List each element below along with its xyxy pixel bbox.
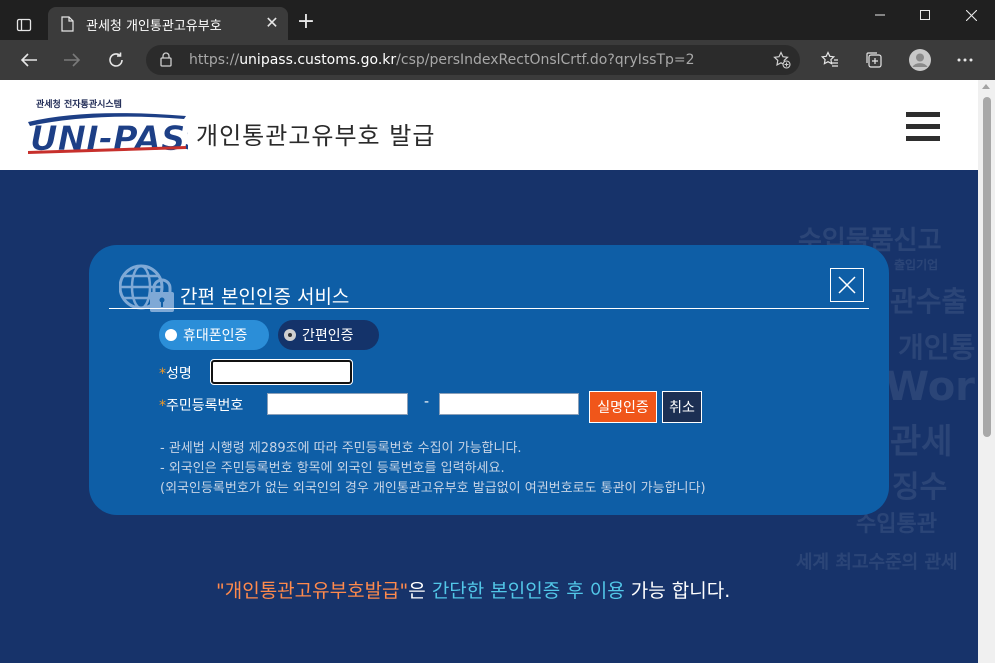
rrn-first-field[interactable] bbox=[267, 393, 408, 415]
name-field[interactable] bbox=[210, 359, 353, 385]
scrollbar-thumb[interactable] bbox=[983, 97, 991, 437]
radio-simple-label: 간편인증 bbox=[302, 328, 354, 344]
window-close-icon[interactable] bbox=[948, 0, 994, 30]
page-favicon-icon bbox=[60, 16, 74, 36]
forward-arrow-icon[interactable] bbox=[58, 46, 86, 74]
globe-lock-icon bbox=[118, 263, 181, 313]
radio-phone-label: 휴대폰인증 bbox=[183, 328, 248, 344]
rrn-dash: - bbox=[424, 394, 430, 410]
browser-titlebar: 관세청 개인통관고유부호 ✕ + bbox=[0, 0, 995, 40]
tab-close-icon[interactable]: ✕ bbox=[262, 13, 282, 33]
refresh-icon[interactable] bbox=[102, 46, 130, 74]
scroll-up-arrow-icon[interactable] bbox=[982, 84, 990, 89]
bg-word: 관수출 bbox=[890, 285, 968, 318]
logo-subtitle: 관세청 전자통관시스템 bbox=[36, 100, 122, 110]
url-text: https://unipass.customs.go.kr/csp/persIn… bbox=[189, 52, 695, 68]
radio-phone-auth[interactable]: 휴대폰인증 bbox=[159, 320, 269, 350]
cancel-button[interactable]: 취소 bbox=[662, 391, 702, 423]
radio-button[interactable] bbox=[165, 329, 177, 341]
modal-divider bbox=[109, 308, 869, 309]
radio-button-selected[interactable] bbox=[284, 329, 296, 341]
bg-word: World bbox=[885, 364, 978, 410]
name-label: *성명 bbox=[159, 366, 192, 382]
verify-button[interactable]: 실명인증 bbox=[589, 391, 657, 423]
bg-word: 세계 최고수준의 관세 bbox=[796, 552, 958, 573]
more-menu-icon[interactable] bbox=[953, 48, 977, 72]
modal-title: 간편 본인인증 서비스 bbox=[180, 286, 350, 308]
add-favorite-icon[interactable] bbox=[773, 51, 791, 73]
site-header: 관세청 전자통관시스템 UNI-PASS 개인통관고유부호 발급 bbox=[0, 80, 978, 170]
bg-word: 개인통 bbox=[898, 331, 976, 364]
tab-title: 관세청 개인통관고유부호 bbox=[86, 19, 222, 34]
lock-icon[interactable] bbox=[160, 52, 172, 71]
page-title: 개인통관고유부호 발급 bbox=[196, 122, 436, 150]
new-tab-icon[interactable]: + bbox=[294, 11, 318, 35]
page-scrollbar[interactable] bbox=[978, 80, 995, 663]
modal-close-button[interactable] bbox=[830, 268, 864, 302]
collections-icon[interactable] bbox=[862, 48, 886, 72]
uni-pass-logo[interactable]: UNI-PASS bbox=[26, 110, 209, 159]
minimize-icon[interactable] bbox=[857, 0, 903, 30]
bg-word: 징수 bbox=[892, 470, 948, 505]
bg-word: 출입기업 bbox=[894, 258, 939, 272]
bg-word: 관세 bbox=[890, 422, 953, 462]
profile-avatar-icon[interactable] bbox=[908, 48, 932, 72]
browser-tab[interactable]: 관세청 개인통관고유부호 ✕ bbox=[48, 7, 288, 40]
favorites-icon[interactable] bbox=[818, 48, 842, 72]
rrn-label: *주민등록번호 bbox=[159, 398, 244, 414]
page-viewport: 수입물품신고 출입기업 관수출 개인통 World 관세 징수 수입통관 세계 … bbox=[0, 80, 978, 663]
maximize-icon[interactable] bbox=[902, 0, 948, 30]
rrn-second-field[interactable] bbox=[439, 393, 579, 415]
tab-actions-icon[interactable] bbox=[10, 11, 38, 39]
auth-modal: 간편 본인인증 서비스 휴대폰인증 간편인증 *성명 *주민등록번호 - 실명인… bbox=[89, 245, 889, 515]
note-line: - 외국인은 주민등록번호 항목에 외국인 등록번호를 입력하세요. bbox=[160, 461, 505, 476]
back-arrow-icon[interactable] bbox=[15, 46, 43, 74]
hamburger-menu-icon[interactable] bbox=[906, 112, 940, 142]
note-line: (외국인등록번호가 없는 외국인의 경우 개인통관고유부호 발급없이 여권번호로… bbox=[160, 481, 706, 496]
radio-simple-auth[interactable]: 간편인증 bbox=[278, 320, 379, 350]
note-line: - 관세법 시행령 제289조에 따라 주민등록번호 수집이 가능합니다. bbox=[160, 441, 522, 456]
info-sentence: "개인통관고유부호발급"은 간단한 본인인증 후 이용 가능 합니다. bbox=[216, 580, 731, 602]
address-bar[interactable]: https://unipass.customs.go.kr/csp/persIn… bbox=[146, 45, 800, 75]
browser-toolbar: https://unipass.customs.go.kr/csp/persIn… bbox=[0, 40, 995, 80]
